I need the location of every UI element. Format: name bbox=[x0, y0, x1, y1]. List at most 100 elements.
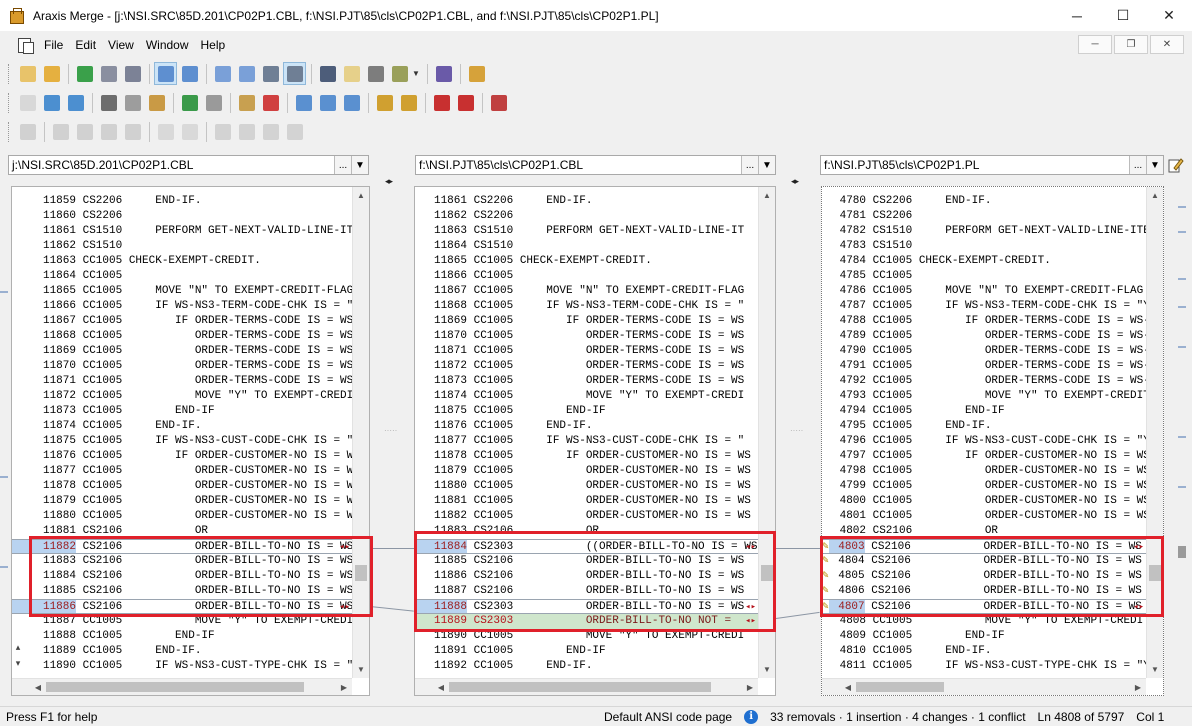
import-button[interactable] bbox=[40, 91, 63, 114]
grid-b-button[interactable] bbox=[73, 120, 96, 143]
code-text[interactable] bbox=[122, 269, 129, 284]
code-line[interactable]: 11864 CC1005 bbox=[12, 269, 352, 284]
code-line[interactable]: 11879 CC1005 ORDER-CUSTOMER-NO IS = WS bbox=[12, 494, 352, 509]
code-text[interactable]: IF WS-NS3-CUST-CODE-CHK IS = "Y bbox=[912, 434, 1146, 449]
undo-button[interactable] bbox=[178, 91, 201, 114]
code-line[interactable]: 11887 CC1005 MOVE "Y" TO EXEMPT-CREDI bbox=[12, 614, 352, 629]
code-text[interactable]: ORDER-CUSTOMER-NO IS = WS bbox=[122, 494, 352, 509]
scroll-thumb[interactable] bbox=[761, 565, 773, 581]
edit-down-button[interactable] bbox=[397, 91, 420, 114]
code-line[interactable]: 11869 CC1005 ORDER-TERMS-CODE IS = WS bbox=[12, 344, 352, 359]
page-edit-button[interactable] bbox=[178, 120, 201, 143]
path-right[interactable]: f:\NSI.PJT\85\cls\CP02P1.PL bbox=[821, 158, 1129, 172]
code-text[interactable]: IF ORDER-TERMS-CODE IS = WS- bbox=[912, 314, 1146, 329]
code-line[interactable]: 4791 CC1005 ORDER-TERMS-CODE IS = WS- bbox=[822, 359, 1146, 374]
code-line[interactable]: 11863 CS1510 PERFORM GET-NEXT-VALID-LINE… bbox=[415, 224, 758, 239]
scroll-right-icon[interactable]: ▶ bbox=[1130, 679, 1146, 695]
code-line[interactable]: 11868 CC1005 ORDER-TERMS-CODE IS = WS bbox=[12, 329, 352, 344]
toolbar-grip[interactable] bbox=[8, 121, 11, 142]
path-left[interactable]: j:\NSI.SRC\85D.201\CP02P1.CBL bbox=[9, 158, 334, 172]
minimap-left[interactable] bbox=[0, 186, 10, 696]
merge-center-button[interactable] bbox=[316, 91, 339, 114]
code-line[interactable]: 11892 CC1005 END-IF. bbox=[415, 659, 758, 674]
hscroll-thumb[interactable] bbox=[449, 682, 711, 692]
scroll-right-icon[interactable]: ▶ bbox=[742, 679, 758, 695]
code-line[interactable]: 11885 CS2106 ORDER-BILL-TO-NO IS = WS bbox=[415, 554, 758, 569]
code-line[interactable]: 11871 CC1005 ORDER-TERMS-CODE IS = WS bbox=[415, 344, 758, 359]
code-text[interactable]: IF WS-NS3-CUST-TYPE-CHK IS = "Y bbox=[912, 659, 1146, 674]
code-text[interactable]: END-IF bbox=[912, 404, 1005, 419]
file-pane-right[interactable]: 4780 CS2206 END-IF. 4781 CS2206 4782 CS15… bbox=[821, 186, 1164, 696]
code-line[interactable]: 11880 CC1005 ORDER-CUSTOMER-NO IS = WS bbox=[12, 509, 352, 524]
code-text[interactable]: PERFORM GET-NEXT-VALID-LINE-IT bbox=[122, 224, 352, 239]
menu-edit[interactable]: Edit bbox=[69, 38, 102, 52]
code-text[interactable]: IF WS-NS3-TERM-CODE-CHK IS = " bbox=[122, 299, 352, 314]
code-text[interactable]: MOVE "Y" TO EXEMPT-CREDI bbox=[122, 614, 352, 629]
horizontal-layout-button[interactable] bbox=[259, 62, 282, 85]
edit-pen-button[interactable] bbox=[373, 91, 396, 114]
code-line[interactable]: 11876 CC1005 IF ORDER-CUSTOMER-NO IS = W… bbox=[12, 449, 352, 464]
code-line[interactable]: 4789 CC1005 ORDER-TERMS-CODE IS = WS- bbox=[822, 329, 1146, 344]
code-line[interactable]: 11887 CS2106 ORDER-BILL-TO-NO IS = WS bbox=[415, 584, 758, 599]
help-book-button[interactable] bbox=[432, 62, 455, 85]
code-text[interactable]: ORDER-TERMS-CODE IS = WS- bbox=[912, 329, 1146, 344]
open-folder-button[interactable] bbox=[40, 62, 63, 85]
code-line[interactable]: 11875 CC1005 END-IF bbox=[415, 404, 758, 419]
code-line[interactable]: 4792 CC1005 ORDER-TERMS-CODE IS = WS- bbox=[822, 374, 1146, 389]
paste-button[interactable] bbox=[145, 91, 168, 114]
import2-button[interactable] bbox=[235, 120, 258, 143]
code-line[interactable]: 4802 CS2106 OR bbox=[822, 524, 1146, 539]
code-line[interactable]: 11888 CC1005 END-IF bbox=[12, 629, 352, 644]
code-text[interactable]: CHECK-EXEMPT-CREDIT. bbox=[912, 254, 1051, 269]
print-button[interactable] bbox=[364, 62, 387, 85]
code-line[interactable]: 11889 CS2303 ORDER-BILL-TO-NO NOT = ◂▸ bbox=[415, 614, 758, 629]
code-line[interactable]: 11882 CS2106 ORDER-BILL-TO-NO IS = WS ◂▸ bbox=[12, 539, 352, 554]
code-line[interactable]: 11860 CS2206 bbox=[12, 209, 352, 224]
code-text[interactable]: ((ORDER-BILL-TO-NO IS = WS bbox=[513, 540, 758, 553]
code-line[interactable]: 4798 CC1005 ORDER-CUSTOMER-NO IS = WS bbox=[822, 464, 1146, 479]
minimize-button[interactable]: ─ bbox=[1054, 0, 1100, 31]
code-line[interactable]: 11874 CC1005 END-IF. bbox=[12, 419, 352, 434]
scroll-down-icon[interactable]: ▼ bbox=[759, 661, 775, 678]
summary-report-button[interactable] bbox=[316, 62, 339, 85]
code-text[interactable]: MOVE "N" TO EXEMPT-CREDIT-FLAG bbox=[912, 284, 1143, 299]
code-text[interactable]: IF ORDER-CUSTOMER-NO IS = WS bbox=[912, 449, 1146, 464]
code-text[interactable]: END-IF. bbox=[912, 644, 991, 659]
code-line[interactable]: 11859 CS2206 END-IF. bbox=[12, 194, 352, 209]
code-text[interactable]: IF WS-NS3-TERM-CODE-CHK IS = " bbox=[513, 299, 744, 314]
merge-arrows-icon[interactable]: ◂▸ bbox=[1133, 600, 1144, 613]
code-text[interactable] bbox=[513, 269, 520, 284]
code-line[interactable]: 11883 CS2106 OR bbox=[415, 524, 758, 539]
code-line[interactable]: 4797 CC1005 IF ORDER-CUSTOMER-NO IS = WS bbox=[822, 449, 1146, 464]
code-line[interactable]: 11863 CC1005 CHECK-EXEMPT-CREDIT. bbox=[12, 254, 352, 269]
vertical-scrollbar-center[interactable]: ▲ ▼ bbox=[758, 187, 775, 678]
code-text[interactable]: ORDER-TERMS-CODE IS = WS bbox=[513, 344, 744, 359]
new-comparison-button[interactable] bbox=[16, 62, 39, 85]
code-text[interactable]: ORDER-CUSTOMER-NO IS = WS bbox=[513, 509, 751, 524]
code-line[interactable]: 4782 CS1510 PERFORM GET-NEXT-VALID-LINE-… bbox=[822, 224, 1146, 239]
navigate-down-icon[interactable]: ▾ bbox=[11, 656, 25, 670]
code-text[interactable]: MOVE "Y" TO EXEMPT-CREDIT bbox=[912, 389, 1146, 404]
code-text[interactable]: END-IF bbox=[912, 629, 1005, 644]
code-text[interactable]: ORDER-TERMS-CODE IS = WS bbox=[513, 359, 744, 374]
code-line[interactable]: 11862 CS2206 bbox=[415, 209, 758, 224]
code-text[interactable]: MOVE "Y" TO EXEMPT-CREDI bbox=[513, 389, 744, 404]
code-line[interactable]: 11886 CS2106 ORDER-BILL-TO-NO IS = WS bbox=[415, 569, 758, 584]
check-button[interactable] bbox=[259, 91, 282, 114]
code-line[interactable]: 4783 CS1510 bbox=[822, 239, 1146, 254]
browse-button-right[interactable]: ... bbox=[1129, 156, 1146, 174]
code-text[interactable]: ORDER-CUSTOMER-NO IS = WS bbox=[912, 479, 1146, 494]
code-text[interactable]: OR bbox=[912, 524, 998, 539]
doc-close-button[interactable]: ✕ bbox=[1150, 35, 1184, 54]
code-text[interactable]: IF ORDER-CUSTOMER-NO IS = WS bbox=[122, 449, 352, 464]
code-line[interactable]: ✎ 4803 CS2106 ORDER-BILL-TO-NO IS = WS ◂▸ bbox=[822, 539, 1146, 554]
redo-button[interactable] bbox=[202, 91, 225, 114]
horizontal-scrollbar-left[interactable]: ◀ ▶ bbox=[12, 678, 352, 695]
code-text[interactable] bbox=[912, 269, 919, 284]
merge-gutter-left[interactable]: ····· bbox=[369, 186, 414, 696]
scroll-down-icon[interactable]: ▼ bbox=[353, 661, 369, 678]
code-text[interactable]: ORDER-CUSTOMER-NO IS = WS bbox=[122, 464, 352, 479]
file-pane-center[interactable]: 11861 CS2206 END-IF. 11862 CS2206 11863 C… bbox=[414, 186, 776, 696]
menu-view[interactable]: View bbox=[102, 38, 140, 52]
code-text[interactable]: END-IF. bbox=[513, 419, 592, 434]
